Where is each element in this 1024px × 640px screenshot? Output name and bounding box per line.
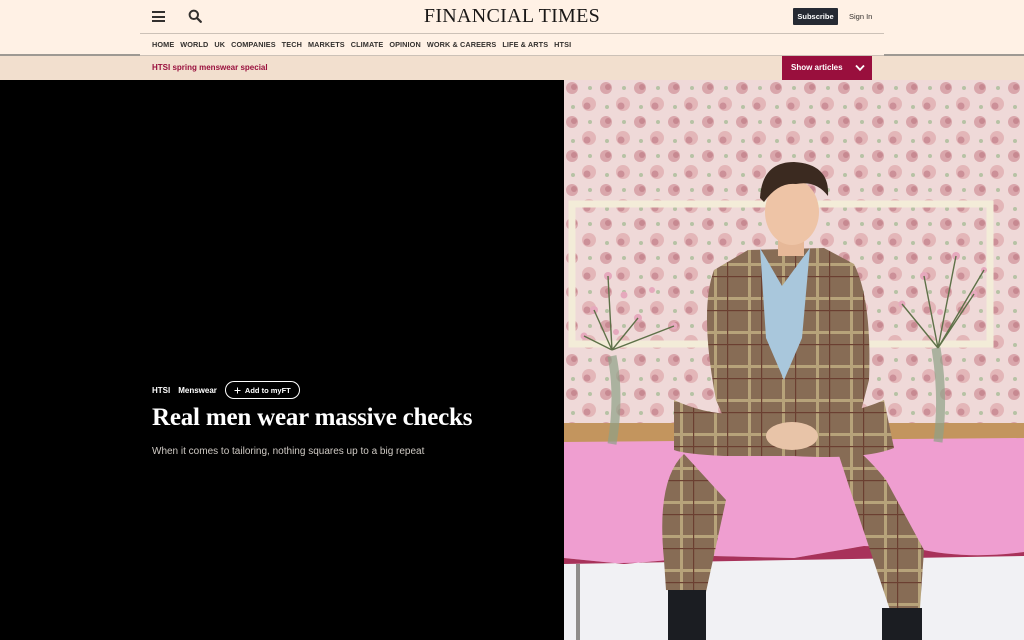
nav-item-world[interactable]: WORLD [180, 34, 208, 55]
nav-item-home[interactable]: HOME [152, 34, 174, 55]
nav-item-markets[interactable]: MARKETS [308, 34, 345, 55]
main-navigation: HOME WORLD UK COMPANIES TECH MARKETS CLI… [140, 33, 884, 56]
tag-htsi[interactable]: HTSI [152, 386, 170, 395]
plus-icon [234, 387, 241, 393]
article-standfirst: When it comes to tailoring, nothing squa… [152, 446, 425, 457]
banner-title[interactable]: HTSI spring menswear special [152, 56, 268, 80]
nav-item-uk[interactable]: UK [214, 34, 225, 55]
nav-item-climate[interactable]: CLIMATE [351, 34, 384, 55]
show-articles-label: Show articles [791, 63, 843, 72]
show-articles-button[interactable]: Show articles [782, 56, 872, 80]
hero-text-panel [0, 80, 564, 640]
nav-item-opinion[interactable]: OPINION [389, 34, 421, 55]
hero-photo [564, 80, 1024, 640]
article-headline[interactable]: Real men wear massive checks [152, 404, 472, 432]
tag-menswear[interactable]: Menswear [178, 386, 217, 395]
nav-item-tech[interactable]: TECH [282, 34, 302, 55]
article-tags: HTSI Menswear Add to myFT [152, 381, 300, 399]
site-header: FINANCIAL TIMES Subscribe Sign In [0, 0, 1024, 33]
add-to-myft-label: Add to myFT [244, 385, 291, 395]
special-report-banner: HTSI spring menswear special Show articl… [0, 56, 1024, 80]
nav-item-htsi[interactable]: HTSI [554, 34, 571, 55]
subscribe-button[interactable]: Subscribe [793, 8, 838, 25]
add-to-myft-button[interactable]: Add to myFT [224, 381, 300, 399]
nav-item-companies[interactable]: COMPANIES [231, 34, 276, 55]
sign-in-link[interactable]: Sign In [849, 8, 872, 25]
chevron-down-icon [855, 64, 865, 72]
nav-item-work-careers[interactable]: WORK & CAREERS [427, 34, 497, 55]
nav-item-life-arts[interactable]: LIFE & ARTS [502, 34, 548, 55]
